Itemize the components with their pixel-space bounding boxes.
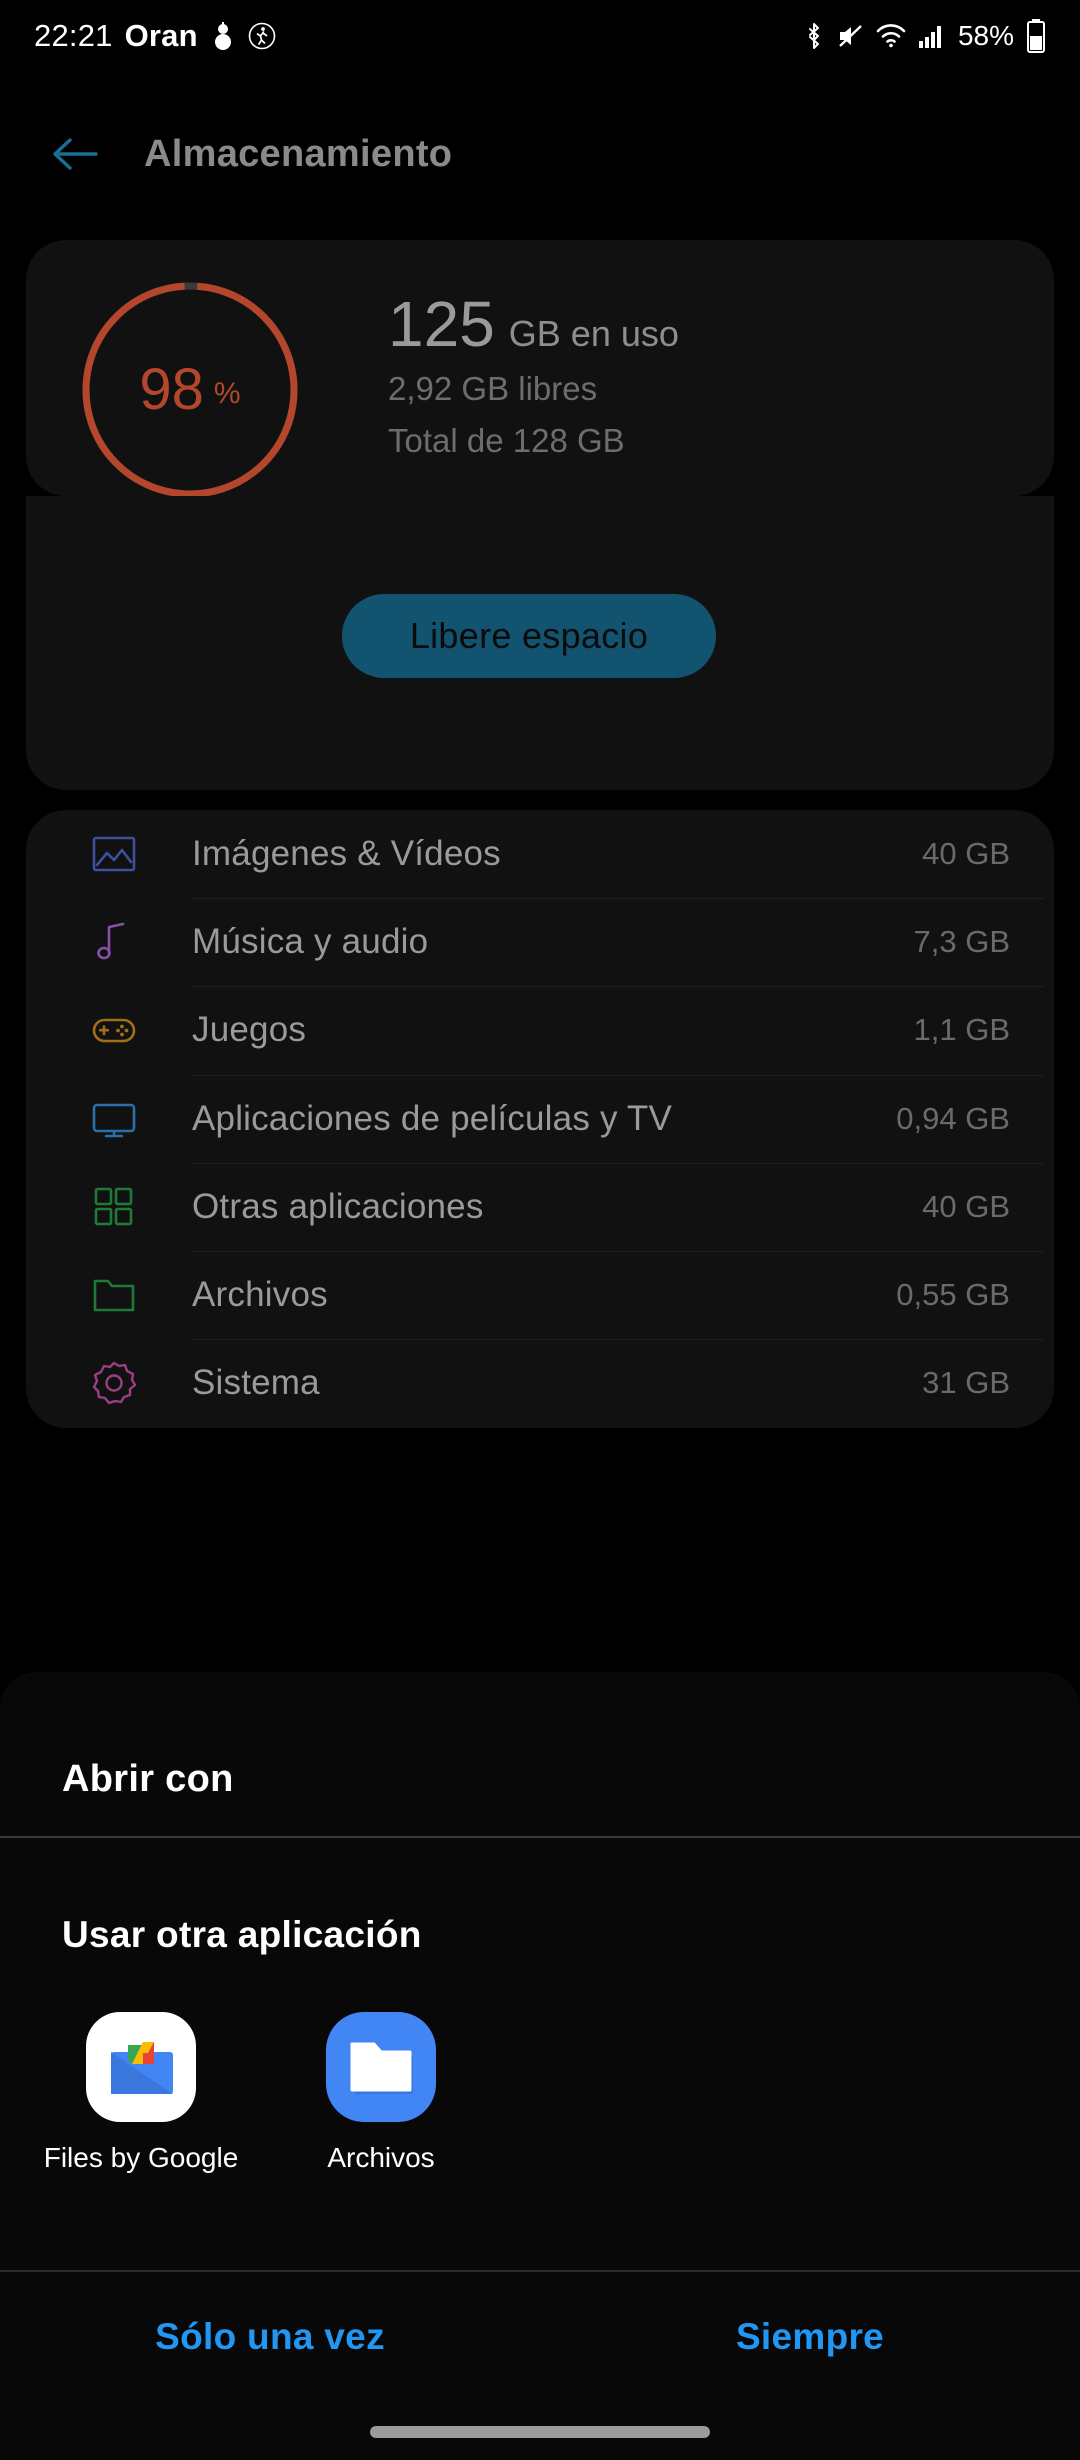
category-size: 0,94 GB xyxy=(896,1100,1010,1136)
battery-icon xyxy=(1026,19,1046,53)
carrier-name: Oran xyxy=(124,18,198,53)
category-row-images-videos[interactable]: Imágenes & Vídeos 40 GB xyxy=(26,810,1054,898)
bluetooth-icon xyxy=(804,21,824,51)
sheet-divider xyxy=(0,1836,1080,1838)
category-label: Otras aplicaciones xyxy=(192,1186,484,1226)
category-size: 7,3 GB xyxy=(913,924,1011,960)
storage-total-text: Total de 128 GB xyxy=(388,422,625,459)
category-label: Imágenes & Vídeos xyxy=(192,834,501,874)
gesture-navigation-bar[interactable] xyxy=(370,2426,710,2438)
category-size: 31 GB xyxy=(922,1365,1010,1401)
tv-icon xyxy=(88,1093,140,1145)
storage-used-number: 125 xyxy=(388,288,495,360)
open-with-subtitle: Usar otra aplicación xyxy=(62,1914,422,1955)
free-space-button[interactable]: Libere espacio xyxy=(342,594,716,678)
archivos-folder-icon xyxy=(326,2012,436,2122)
storage-used-label: GB en uso xyxy=(508,313,679,354)
battery-percent-label: 58% xyxy=(957,20,1014,51)
apps-grid-icon xyxy=(88,1181,140,1233)
app-option-label: Archivos xyxy=(327,2142,435,2173)
music-note-icon xyxy=(88,916,140,968)
category-size: 40 GB xyxy=(922,1188,1010,1224)
app-option-label: Files by Google xyxy=(43,2142,239,2173)
category-row-files[interactable]: Archivos 0,55 GB xyxy=(26,1250,1054,1339)
category-label: Aplicaciones de películas y TV xyxy=(192,1098,673,1138)
open-with-title: Abrir con xyxy=(62,1758,234,1800)
mute-icon xyxy=(836,22,864,50)
phone-screen: 22:21 Oran 58% Almacenamiento 98 % 125 G… xyxy=(0,0,1080,2460)
activity-walking-icon xyxy=(248,22,276,50)
category-label: Juegos xyxy=(192,1010,307,1050)
page-title: Almacenamiento xyxy=(144,132,453,175)
category-label: Archivos xyxy=(192,1275,328,1315)
category-size: 0,55 GB xyxy=(896,1277,1010,1313)
app-chooser-grid: Files by Google Archivos xyxy=(44,2012,460,2174)
status-bar: 22:21 Oran 58% xyxy=(0,0,1080,72)
gamepad-icon xyxy=(88,1004,140,1056)
status-bar-right: 58% xyxy=(804,19,1046,53)
action-bar: Almacenamiento xyxy=(0,106,1080,202)
wifi-icon xyxy=(876,23,906,49)
back-arrow-icon[interactable] xyxy=(52,136,98,172)
category-row-movies-tv[interactable]: Aplicaciones de películas y TV 0,94 GB xyxy=(26,1074,1054,1163)
always-button[interactable]: Siempre xyxy=(540,2316,1080,2358)
storage-gauge: 98 % xyxy=(78,278,302,496)
storage-used-line: 125 GB en uso xyxy=(388,292,679,356)
category-size: 1,1 GB xyxy=(913,1012,1011,1048)
app-option-files-by-google[interactable]: Files by Google xyxy=(44,2012,238,2174)
storage-percent-unit: % xyxy=(213,377,241,410)
category-label: Música y audio xyxy=(192,922,429,962)
category-label: Sistema xyxy=(192,1363,320,1403)
weather-snowman-icon xyxy=(210,21,236,51)
image-icon xyxy=(88,828,140,880)
category-row-music-audio[interactable]: Música y audio 7,3 GB xyxy=(26,898,1054,986)
app-option-archivos[interactable]: Archivos xyxy=(302,2012,460,2174)
category-size: 40 GB xyxy=(922,836,1010,872)
status-bar-left: 22:21 Oran xyxy=(34,18,276,54)
category-row-other-apps[interactable]: Otras aplicaciones 40 GB xyxy=(26,1162,1054,1251)
category-row-games[interactable]: Juegos 1,1 GB xyxy=(26,986,1054,1074)
signal-icon xyxy=(918,23,946,49)
storage-summary-card: 98 % 125 GB en uso 2,92 GB libres Total … xyxy=(26,240,1054,496)
sheet-action-bar: Sólo una vez Siempre xyxy=(0,2272,1080,2402)
gear-icon xyxy=(88,1357,140,1409)
storage-categories-card: Imágenes & Vídeos 40 GB Música y audio 7… xyxy=(26,810,1054,1428)
category-row-system[interactable]: Sistema 31 GB xyxy=(26,1339,1054,1427)
storage-percent-value: 98 xyxy=(139,357,204,422)
folder-icon xyxy=(88,1269,140,1321)
files-by-google-icon xyxy=(86,2012,196,2122)
storage-free-text: 2,92 GB libres xyxy=(388,370,598,407)
just-once-button[interactable]: Sólo una vez xyxy=(0,2316,540,2358)
storage-gauge-text: 98 % xyxy=(78,278,302,496)
storage-summary-texts: 125 GB en uso 2,92 GB libres Total de 12… xyxy=(388,292,679,460)
clock: 22:21 xyxy=(34,18,113,53)
open-with-sheet: Abrir con Usar otra aplicación Files by … xyxy=(0,1672,1080,2460)
